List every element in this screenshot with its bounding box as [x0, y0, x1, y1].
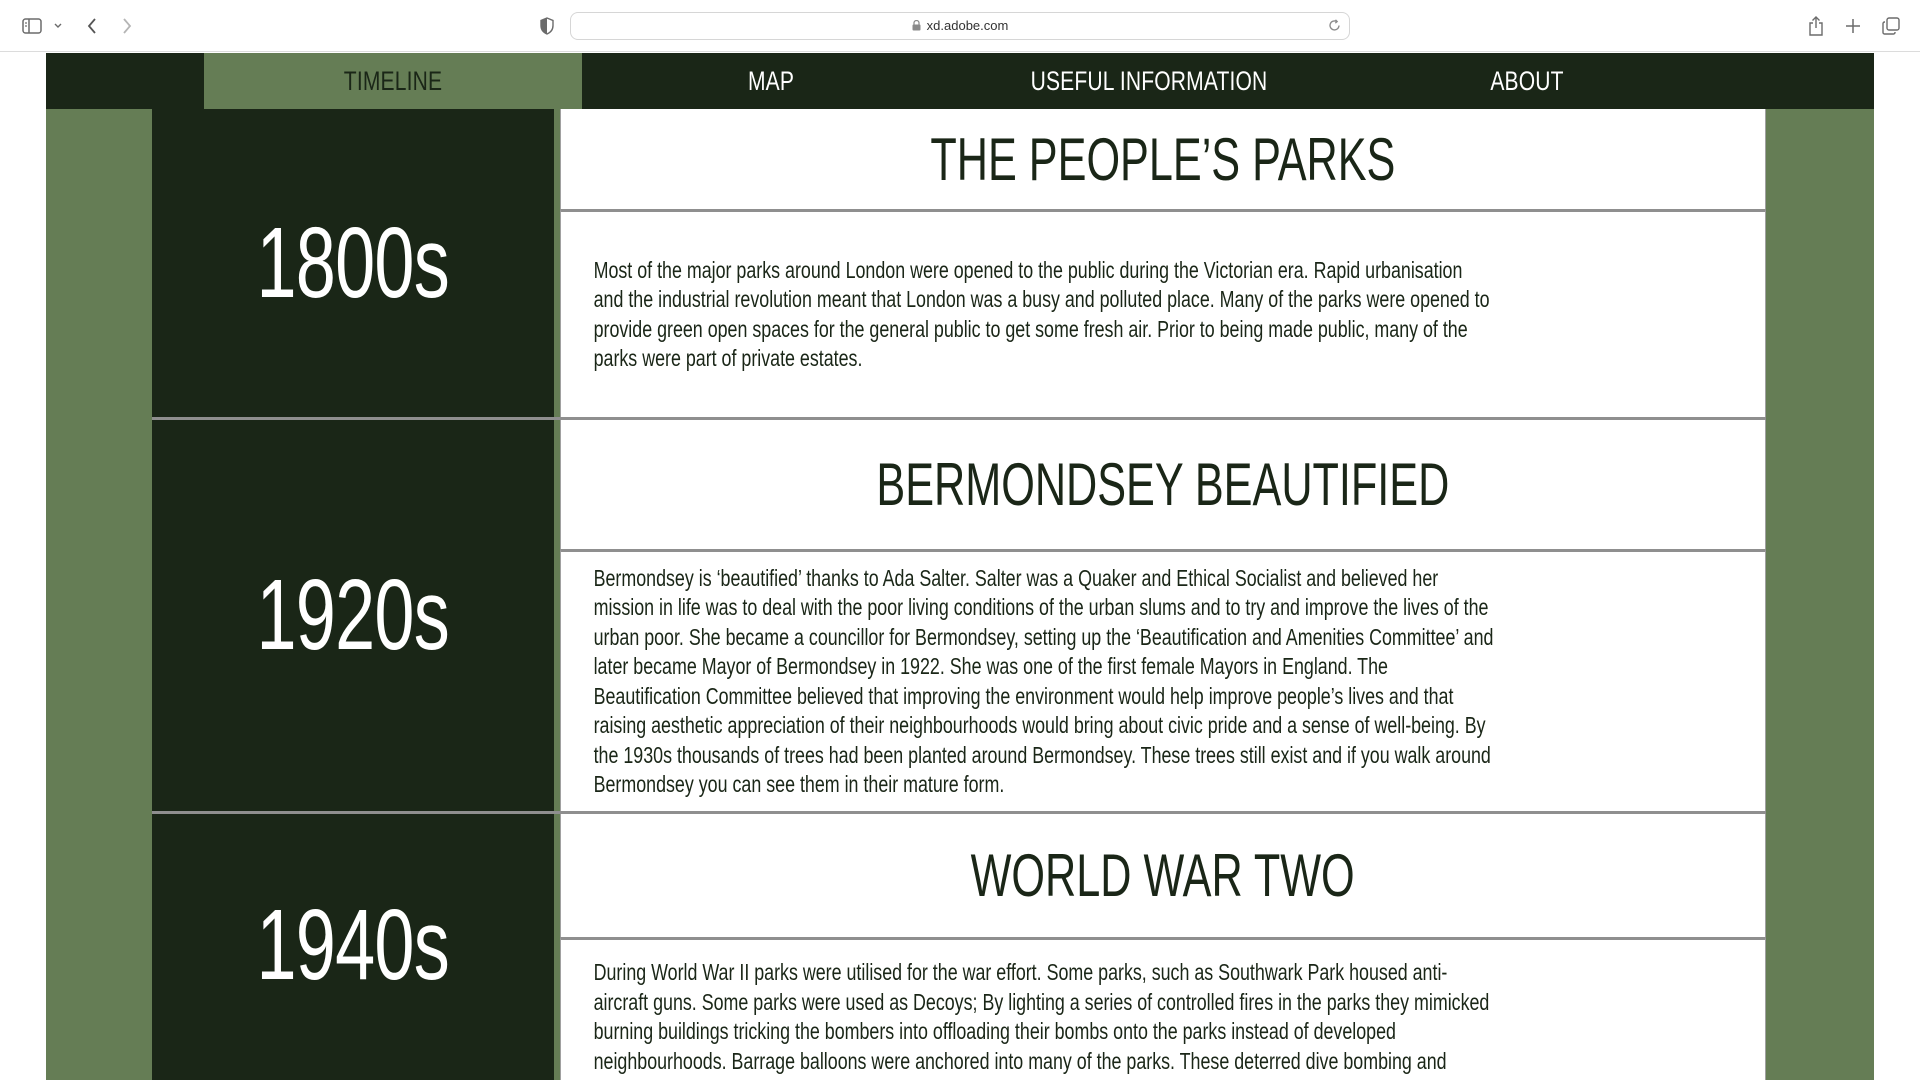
url-text: xd.adobe.com: [926, 18, 1009, 33]
share-icon[interactable]: [1806, 13, 1826, 39]
entry-body-card: Bermondsey is ‘beautified’ thanks to Ada…: [560, 549, 1766, 811]
top-navigation: TIMELINE MAP USEFUL INFORMATION ABOUT: [46, 53, 1874, 109]
entry-title-card: THE PEOPLE’S PARKS: [560, 109, 1766, 209]
nav-tab-timeline[interactable]: TIMELINE: [246, 53, 541, 109]
decade-label: 1800s: [152, 109, 554, 417]
entry-description: Most of the major parks around London we…: [593, 256, 1490, 372]
entry-title: WORLD WAR TWO: [971, 842, 1355, 909]
forward-arrow-icon[interactable]: [117, 13, 137, 39]
entry-description: During World War II parks were utilised …: [593, 959, 1490, 1080]
address-bar[interactable]: xd.adobe.com: [570, 12, 1350, 40]
browser-toolbar: xd.adobe.com: [0, 0, 1920, 52]
nav-tab-useful-information[interactable]: USEFUL INFORMATION: [1002, 53, 1297, 109]
entry-title: BERMONDSEY BEAUTIFIED: [876, 451, 1450, 518]
entry-title: THE PEOPLE’S PARKS: [930, 125, 1396, 193]
entry-title-card: BERMONDSEY BEAUTIFIED: [560, 420, 1766, 549]
tab-overview-icon[interactable]: [1880, 13, 1902, 39]
chevron-down-icon[interactable]: [52, 13, 64, 39]
entry-body-card: Most of the major parks around London we…: [560, 209, 1766, 417]
decade-label: 1940s: [152, 814, 554, 1080]
decade-label: 1920s: [152, 420, 554, 811]
entry-body-card: During World War II parks were utilised …: [560, 937, 1766, 1080]
new-tab-icon[interactable]: [1843, 13, 1863, 39]
entry-description: Bermondsey is ‘beautified’ thanks to Ada…: [593, 564, 1494, 798]
page-canvas: TIMELINE MAP USEFUL INFORMATION ABOUT 18…: [46, 53, 1874, 1080]
sidebar-toggle-icon[interactable]: [20, 13, 44, 39]
lock-icon: [912, 14, 921, 40]
entry-title-card: WORLD WAR TWO: [560, 814, 1766, 937]
timeline-entry-1940s: 1940s WORLD WAR TWO During World War II …: [152, 814, 1766, 1080]
timeline-entry-1920s: 1920s BERMONDSEY BEAUTIFIED Bermondsey i…: [152, 420, 1766, 811]
nav-tab-map[interactable]: MAP: [624, 53, 919, 109]
reload-icon[interactable]: [1328, 19, 1341, 37]
timeline: 1800s THE PEOPLE’S PARKS Most of the maj…: [152, 109, 1766, 1080]
back-arrow-icon[interactable]: [82, 13, 102, 39]
nav-tab-about[interactable]: ABOUT: [1380, 53, 1675, 109]
privacy-shield-icon[interactable]: [537, 13, 557, 39]
timeline-entry-1800s: 1800s THE PEOPLE’S PARKS Most of the maj…: [152, 109, 1766, 417]
